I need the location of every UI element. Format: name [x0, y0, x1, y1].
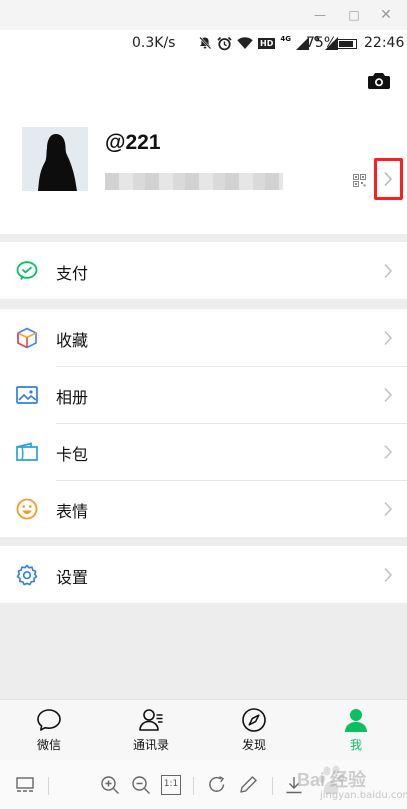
- tab-me[interactable]: 我: [316, 700, 396, 761]
- chevron-right-icon: [384, 387, 393, 403]
- bottom-tab-bar: 微信 通讯录 发现 我: [0, 699, 407, 760]
- maximize-button[interactable]: □: [345, 6, 363, 24]
- zoom-out-icon: [132, 776, 150, 794]
- actual-size-button[interactable]: 1:1: [161, 775, 181, 795]
- battery-percent: 75%: [306, 35, 338, 51]
- chevron-right-icon: [384, 567, 393, 583]
- battery-icon: [337, 39, 357, 49]
- status-bar: 0.3K/s HD 4G G 75% 22:46: [0, 30, 407, 56]
- tab-chats[interactable]: 微信: [9, 700, 89, 761]
- menu-item-label: 支付: [56, 264, 89, 283]
- me-person-icon: [345, 709, 367, 732]
- menu-item-stickers[interactable]: 表情: [0, 480, 407, 537]
- chevron-right-icon: [384, 263, 393, 279]
- window-title-bar: — □ ✕: [0, 0, 407, 30]
- wechat-id-blurred: [105, 173, 283, 190]
- pencil-icon: [240, 776, 257, 793]
- menu-group-settings: 设置: [0, 546, 407, 603]
- watermark-url: jingyan.baidu.com: [320, 790, 407, 801]
- menu-item-settings[interactable]: 设置: [0, 546, 407, 603]
- edit-button[interactable]: [238, 775, 258, 795]
- tab-label: 通讯录: [132, 738, 169, 752]
- favorites-cube-icon: [17, 327, 37, 349]
- menu-group-main: 收藏 相册 卡包 表情: [0, 309, 407, 537]
- camera-icon[interactable]: [368, 72, 390, 90]
- album-icon: [16, 386, 38, 404]
- chevron-right-icon: [384, 501, 393, 517]
- menu-item-label: 收藏: [56, 331, 89, 350]
- sticker-smile-icon: [16, 498, 38, 520]
- minimize-button[interactable]: —: [311, 6, 329, 24]
- alarm-clock-icon: [217, 36, 232, 50]
- zoom-out-button[interactable]: [131, 775, 151, 795]
- settings-gear-icon: [16, 564, 38, 586]
- menu-item-favorites[interactable]: 收藏: [0, 309, 407, 366]
- nickname: @221: [105, 131, 161, 154]
- hd-badge: HD: [258, 37, 276, 49]
- close-window-button[interactable]: ✕: [377, 6, 395, 24]
- tab-label: 发现: [241, 738, 266, 752]
- qr-code-icon[interactable]: [353, 174, 366, 187]
- wechat-pay-icon: [16, 261, 38, 280]
- image-viewer-toolbar: 1:1 Bai 经验 jingyan.baidu.com: [0, 760, 407, 809]
- compass-icon: [242, 708, 266, 732]
- menu-item-label: 相册: [56, 388, 89, 407]
- tab-contacts[interactable]: 通讯录: [111, 700, 191, 761]
- card-wallet-icon: [16, 442, 38, 461]
- zoom-in-icon: [101, 776, 119, 794]
- wifi-icon: [237, 37, 253, 49]
- menu-item-card-wallet[interactable]: 卡包: [0, 423, 407, 480]
- menu-item-label: 设置: [56, 568, 89, 587]
- profile-header[interactable]: @221: [0, 56, 407, 234]
- annotation-highlight-box: [374, 158, 403, 200]
- rotate-button[interactable]: [207, 775, 227, 795]
- tab-label: 微信: [36, 738, 61, 752]
- menu-item-label: 表情: [56, 502, 89, 521]
- network-speed: 0.3K/s: [132, 35, 176, 51]
- menu-group-pay: 支付: [0, 242, 407, 299]
- toolbar-divider: [272, 777, 273, 795]
- zoom-in-button[interactable]: [100, 775, 120, 795]
- menu-item-label: 卡包: [56, 445, 89, 464]
- menu-item-pay[interactable]: 支付: [0, 242, 407, 299]
- toolbar-divider: [193, 777, 194, 795]
- mute-bell-icon: [199, 36, 212, 50]
- rotate-icon: [209, 776, 225, 792]
- network-4g-label: 4G: [280, 35, 291, 43]
- thumbnail-view-button[interactable]: [15, 775, 35, 795]
- contacts-icon: [139, 709, 163, 731]
- tab-discover[interactable]: 发现: [214, 700, 294, 761]
- chat-bubble-icon: [37, 709, 61, 731]
- watermark-text: Bai 经验: [297, 770, 367, 790]
- chevron-right-icon: [384, 444, 393, 460]
- thumbnail-icon: [16, 777, 34, 792]
- avatar[interactable]: [22, 127, 88, 191]
- clock-time: 22:46: [364, 35, 405, 51]
- tab-label: 我: [349, 738, 362, 752]
- menu-item-album[interactable]: 相册: [0, 366, 407, 423]
- avatar-silhouette: [22, 127, 88, 191]
- toolbar-divider: [48, 777, 49, 795]
- chevron-right-icon: [384, 330, 393, 346]
- battery-level-fill: [339, 41, 353, 47]
